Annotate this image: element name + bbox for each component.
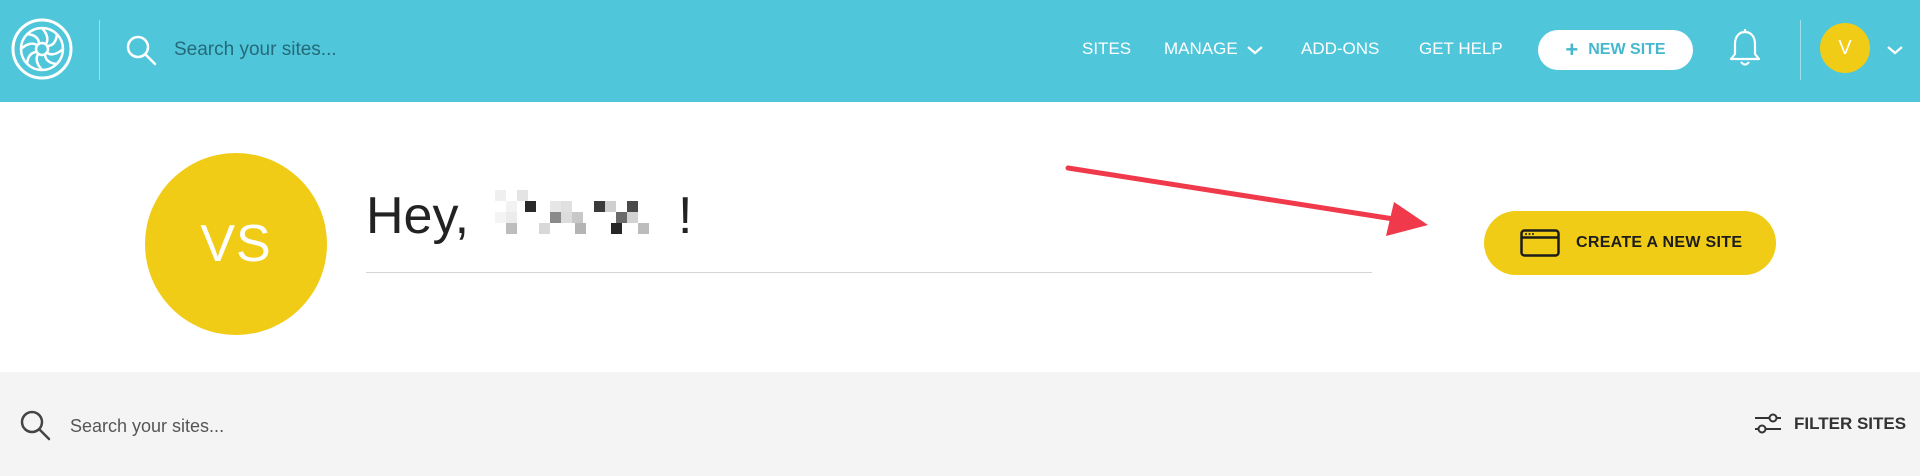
nav-manage[interactable]: MANAGE xyxy=(1164,39,1238,59)
profile-avatar: VS xyxy=(145,153,327,335)
filter-sites-button[interactable]: FILTER SITES xyxy=(1754,408,1906,440)
nav-addons[interactable]: ADD-ONS xyxy=(1301,39,1379,59)
search-icon xyxy=(18,408,52,442)
nav-sites[interactable]: SITES xyxy=(1082,39,1131,59)
sites-search-input[interactable] xyxy=(70,410,570,442)
chevron-down-icon[interactable] xyxy=(1886,44,1904,56)
flywheel-logo-icon[interactable] xyxy=(10,17,74,81)
filter-sites-label: FILTER SITES xyxy=(1794,414,1907,433)
create-new-site-label: CREATE A NEW SITE xyxy=(1576,234,1743,251)
greeting-underline xyxy=(366,272,1372,273)
greeting-suffix: ! xyxy=(678,187,693,245)
browser-window-icon xyxy=(1520,229,1560,257)
header-divider xyxy=(99,20,100,80)
header-divider-right xyxy=(1800,20,1801,80)
nav-get-help[interactable]: GET HELP xyxy=(1419,39,1503,59)
chevron-down-icon[interactable] xyxy=(1246,44,1264,56)
user-avatar[interactable]: V xyxy=(1820,23,1870,73)
new-site-button[interactable]: + NEW SITE xyxy=(1538,30,1693,70)
top-bar: SITES MANAGE ADD-ONS GET HELP + NEW SITE… xyxy=(0,0,1920,102)
header-search-input[interactable] xyxy=(174,34,594,66)
red-arrow-annotation xyxy=(1065,165,1428,236)
plus-icon: + xyxy=(1565,37,1579,62)
sliders-icon xyxy=(1755,413,1781,434)
search-icon xyxy=(124,33,158,67)
create-new-site-button[interactable]: CREATE A NEW SITE xyxy=(1484,211,1776,275)
bell-icon[interactable] xyxy=(1728,28,1762,68)
greeting-prefix: Hey, xyxy=(366,187,470,245)
sites-toolbar: FILTER SITES xyxy=(0,372,1920,476)
new-site-label: NEW SITE xyxy=(1588,41,1666,58)
pixelated-redaction xyxy=(495,190,649,234)
